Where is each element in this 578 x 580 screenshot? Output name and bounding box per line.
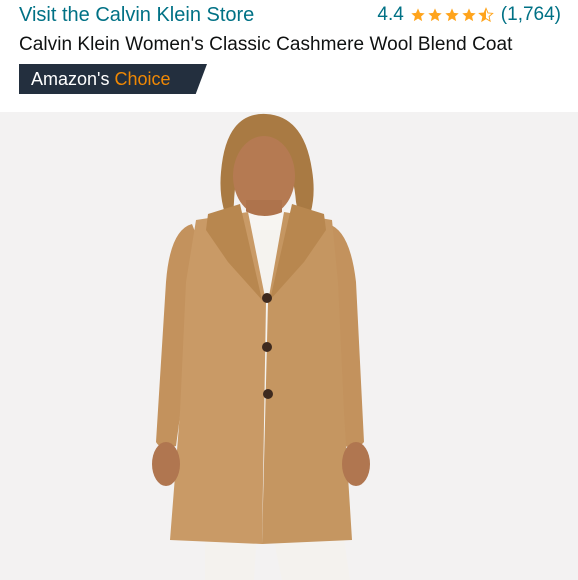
coat-model-illustration bbox=[152, 113, 370, 580]
product-title: Calvin Klein Women's Classic Cashmere Wo… bbox=[19, 34, 513, 55]
product-image[interactable] bbox=[0, 112, 578, 580]
visit-store-link[interactable]: Visit the Calvin Klein Store bbox=[19, 2, 254, 28]
star-icon bbox=[445, 8, 459, 22]
badge-suffix: Choice bbox=[109, 69, 171, 89]
rating-summary[interactable]: 4.4 (1,764) bbox=[377, 3, 561, 27]
half-star-icon bbox=[477, 7, 494, 23]
star-rating[interactable] bbox=[410, 7, 495, 23]
rating-value: 4.4 bbox=[377, 4, 404, 25]
star-icon bbox=[462, 8, 476, 22]
badge-prefix: Amazon's bbox=[31, 69, 110, 89]
product-header: Visit the Calvin Klein Store 4.4 (1,764)… bbox=[0, 0, 578, 112]
star-icon bbox=[411, 8, 425, 22]
rating-count-link[interactable]: (1,764) bbox=[501, 3, 561, 27]
star-icon bbox=[428, 8, 442, 22]
amazons-choice-badge[interactable]: Amazon's Choice bbox=[19, 64, 207, 94]
